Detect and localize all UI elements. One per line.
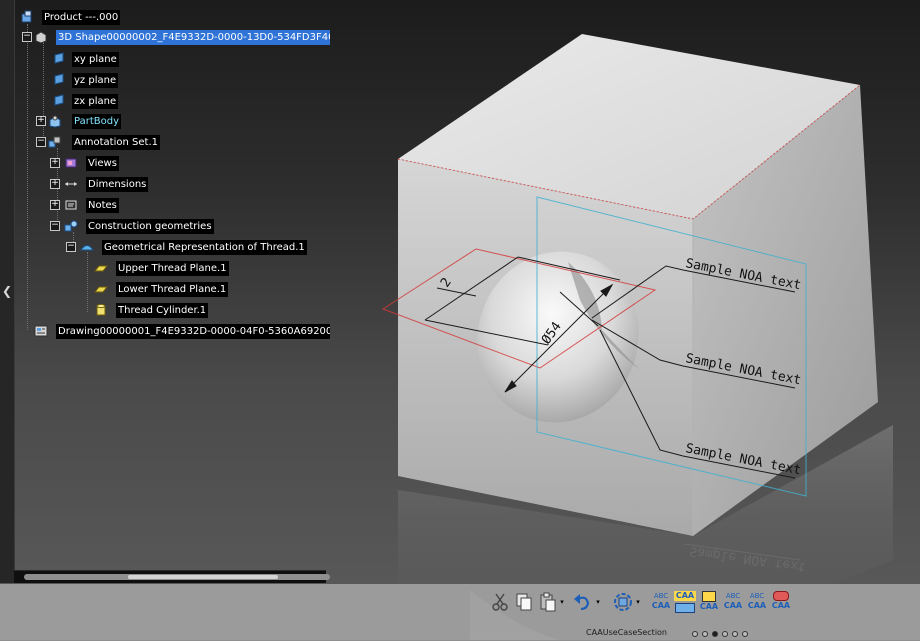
tree-label-annotation-set[interactable]: Annotation Set.1	[72, 135, 160, 150]
undo-icon[interactable]	[572, 591, 592, 613]
tree-node-product[interactable]: Product ---.000	[20, 9, 140, 25]
tree-node-zx-plane[interactable]: zx plane	[40, 93, 140, 109]
dimensions-icon	[64, 176, 78, 190]
page-dot[interactable]	[702, 631, 708, 637]
tree-node-thread-cylinder[interactable]: Thread Cylinder.1	[92, 302, 212, 318]
plane-icon	[52, 72, 66, 86]
tree-node-drawing[interactable]: Drawing00000001_F4E9332D-0000-04F0-5360A…	[34, 323, 330, 339]
caa-cylinder-icon[interactable]: CAA	[770, 591, 792, 613]
expand-icon[interactable]: +	[36, 116, 46, 126]
tree-label-zx-plane[interactable]: zx plane	[72, 94, 119, 109]
tree-horizontal-scrollbar[interactable]	[14, 570, 330, 583]
expand-icon[interactable]: +	[50, 200, 60, 210]
page-dot[interactable]	[722, 631, 728, 637]
caa-text-icon[interactable]: ABC CAA	[722, 591, 744, 613]
tree-label-dimensions[interactable]: Dimensions	[86, 177, 149, 192]
tree-node-partbody[interactable]: + PartBody	[36, 113, 136, 129]
tree-node-yz-plane[interactable]: yz plane	[40, 72, 140, 88]
tree-node-lower-thread-plane[interactable]: Lower Thread Plane.1	[92, 281, 229, 297]
tree-node-upper-thread-plane[interactable]: Upper Thread Plane.1	[92, 260, 229, 276]
cylinder-shape-icon	[773, 591, 789, 601]
caa-text-icon[interactable]: ABC CAA	[746, 591, 768, 613]
plane-annotation-icon	[675, 603, 695, 613]
tree-label-product[interactable]: Product ---.000	[42, 10, 121, 25]
caa-label: CAA	[747, 601, 767, 610]
paste-icon[interactable]	[538, 591, 558, 613]
collapse-icon[interactable]: −	[50, 221, 60, 231]
tree-label-drawing[interactable]: Drawing00000001_F4E9332D-0000-04F0-5360A…	[56, 324, 330, 339]
views-icon	[64, 155, 78, 169]
tree-node-construction-geometries[interactable]: − Construction geometries	[50, 218, 214, 234]
caa-label: CAA	[699, 602, 719, 611]
tree-label-yz-plane[interactable]: yz plane	[72, 73, 119, 88]
tree-label-views[interactable]: Views	[86, 156, 119, 171]
thread-plane-icon	[93, 281, 109, 295]
view-dropdown-icon[interactable]: ▾	[634, 591, 642, 613]
tree-node-notes[interactable]: + Notes	[50, 197, 130, 213]
plane-icon	[52, 93, 66, 107]
view-orientation-icon[interactable]	[612, 591, 632, 613]
workbench-section-label: CAAUseCaseSection	[586, 628, 667, 637]
frame-square-icon	[702, 591, 716, 602]
copy-icon[interactable]	[514, 591, 534, 613]
construction-icon	[64, 218, 78, 232]
tree-label-3d-shape[interactable]: 3D Shape00000002_F4E9332D-0000-13D0-534F…	[56, 30, 330, 45]
annotation-set-icon	[48, 134, 62, 148]
paste-options-dropdown-icon[interactable]: ▾	[558, 591, 566, 613]
thread-representation-icon	[80, 239, 94, 253]
caa-label: CAA	[771, 601, 791, 610]
expand-icon[interactable]: +	[50, 158, 60, 168]
caa-annotation-icon[interactable]: CAA	[674, 591, 696, 613]
notes-icon	[64, 197, 78, 211]
tree-label-construction-geometries[interactable]: Construction geometries	[86, 219, 214, 234]
undo-dropdown-icon[interactable]: ▾	[594, 591, 602, 613]
page-dot-active[interactable]	[712, 631, 718, 637]
3d-shape-icon	[34, 29, 48, 44]
bottom-toolbar: ▾ ▾ ▾ ABC CAA CAA CAA ABC CAA ABC CAA CA…	[0, 584, 920, 641]
page-dot[interactable]	[692, 631, 698, 637]
tree-connector	[87, 252, 88, 312]
cylinder-icon	[94, 302, 108, 316]
tree-label-thread-cylinder[interactable]: Thread Cylinder.1	[116, 303, 209, 318]
caa-abc-label: ABC	[749, 592, 765, 600]
page-dot[interactable]	[732, 631, 738, 637]
collapse-icon[interactable]: −	[66, 242, 76, 252]
tree-label-notes[interactable]: Notes	[86, 198, 119, 213]
partbody-icon	[48, 113, 62, 128]
tree-connector	[27, 24, 28, 330]
expand-icon[interactable]: +	[50, 179, 60, 189]
caa-text-icon[interactable]: ABC CAA	[650, 591, 672, 613]
caa-label: CAA	[651, 601, 671, 610]
tree-label-geometrical-representation[interactable]: Geometrical Representation of Thread.1	[102, 240, 307, 255]
page-dot[interactable]	[742, 631, 748, 637]
tree-label-upper-thread-plane[interactable]: Upper Thread Plane.1	[116, 261, 229, 276]
product-icon	[20, 9, 34, 23]
drawing-icon	[34, 323, 48, 337]
thread-plane-icon	[93, 260, 109, 274]
caa-label: CAA	[674, 591, 696, 601]
scrollbar-thumb[interactable]	[128, 575, 278, 579]
specification-tree[interactable]: Product ---.000 − 3D Shape00000002_F4E93…	[0, 0, 330, 570]
plane-icon	[52, 51, 66, 65]
caa-abc-label: ABC	[653, 592, 669, 600]
tree-node-3d-shape[interactable]: − 3D Shape00000002_F4E9332D-0000-13D0-53…	[20, 29, 330, 45]
collapse-icon[interactable]: −	[36, 137, 46, 147]
caa-abc-label: ABC	[725, 592, 741, 600]
collapse-icon[interactable]: −	[22, 32, 32, 42]
tree-label-partbody[interactable]: PartBody	[72, 114, 121, 129]
tree-node-dimensions[interactable]: + Dimensions	[50, 176, 150, 192]
tree-node-annotation-set[interactable]: − Annotation Set.1	[36, 134, 160, 150]
tree-node-geometrical-representation[interactable]: − Geometrical Representation of Thread.1	[66, 239, 307, 255]
tree-node-views[interactable]: + Views	[50, 155, 130, 171]
tree-node-xy-plane[interactable]: xy plane	[40, 51, 140, 67]
caa-frame-icon[interactable]: CAA	[698, 591, 720, 613]
cut-icon[interactable]	[490, 591, 510, 613]
tree-label-xy-plane[interactable]: xy plane	[72, 52, 119, 67]
scrollbar-track	[24, 574, 330, 580]
tree-label-lower-thread-plane[interactable]: Lower Thread Plane.1	[116, 282, 229, 297]
caa-label: CAA	[723, 601, 743, 610]
